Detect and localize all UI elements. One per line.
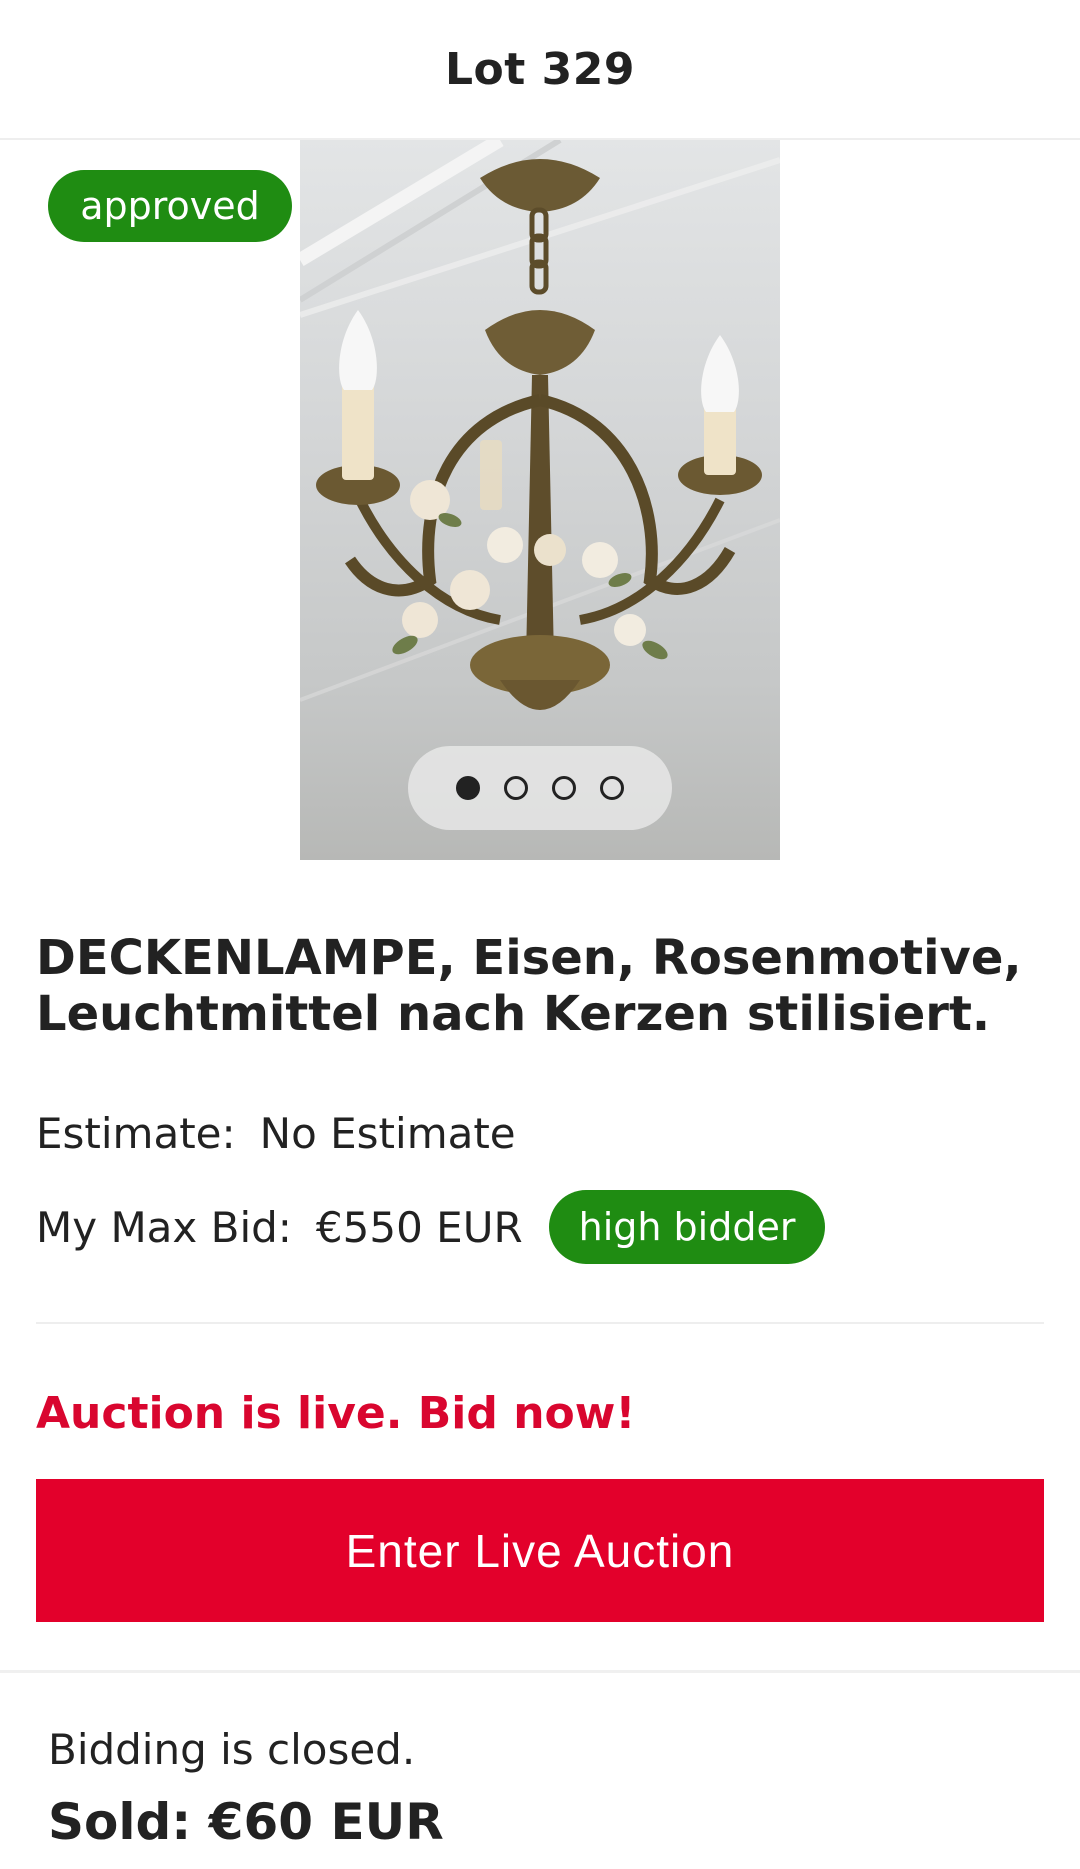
estimate-label: Estimate: (36, 1108, 236, 1158)
bidding-status-footer: Bidding is closed. Sold: €60 EUR (0, 1670, 1080, 1869)
estimate-row: Estimate: No Estimate (36, 1105, 516, 1161)
high-bidder-badge: high bidder (548, 1190, 826, 1264)
approved-badge: approved (48, 170, 292, 242)
max-bid-label: My Max Bid: (36, 1202, 292, 1252)
page-title: Lot 329 (445, 43, 635, 95)
lot-description: DECKENLAMPE, Eisen, Rosenmotive, Leuchtm… (36, 930, 1022, 1042)
max-bid-value: €550 EUR (315, 1202, 523, 1252)
auction-live-message: Auction is live. Bid now! (36, 1388, 636, 1439)
gallery-dot-2[interactable] (504, 776, 528, 800)
section-divider (36, 1322, 1044, 1324)
gallery-pagination (408, 746, 672, 830)
lot-image-gallery[interactable] (300, 140, 780, 860)
gallery-dot-1[interactable] (456, 776, 480, 800)
gallery-dot-3[interactable] (552, 776, 576, 800)
sold-price: Sold: €60 EUR (48, 1793, 444, 1851)
gallery-dot-4[interactable] (600, 776, 624, 800)
max-bid-row: My Max Bid: €550 EUR high bidder (36, 1190, 826, 1264)
bidding-closed-text: Bidding is closed. (48, 1725, 416, 1774)
top-bar: Lot 329 (0, 0, 1080, 140)
enter-live-auction-button[interactable]: Enter Live Auction (36, 1479, 1044, 1622)
estimate-value: No Estimate (259, 1108, 516, 1158)
